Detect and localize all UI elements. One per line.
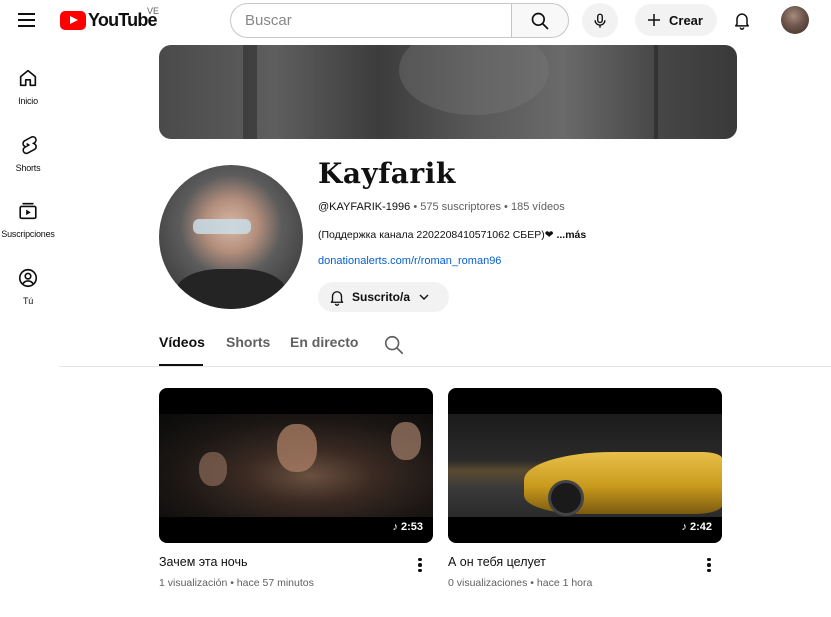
tab-live[interactable]: En directo: [290, 334, 358, 366]
video-card[interactable]: ♪ 2:53 Зачем эта ночь 1 visualización • …: [159, 388, 433, 589]
create-label: Crear: [669, 12, 703, 28]
sidebar-item-shorts[interactable]: Shorts: [0, 127, 56, 183]
music-note-icon: ♪: [681, 521, 687, 533]
tab-videos[interactable]: Vídeos: [159, 334, 205, 366]
search-icon: [531, 12, 549, 29]
home-icon: [16, 66, 40, 90]
sidebar-item-label: Tú: [22, 296, 34, 306]
subscriber-count: 575 suscriptores: [420, 201, 501, 213]
search-icon[interactable]: [383, 334, 405, 356]
sidebar-item-label: Suscripciones: [1, 229, 55, 239]
top-bar: YouTube VE Crear: [0, 0, 831, 40]
channel-name: Kayfarik: [318, 157, 456, 190]
subscribe-label: Suscrito/a: [352, 290, 411, 304]
description-text: (Поддержка канала 2202208410571062 СБЕР)…: [318, 229, 554, 241]
duration-badge: ♪ 2:42: [681, 521, 712, 533]
video-thumbnail[interactable]: ♪ 2:53: [159, 388, 433, 543]
bell-icon: [330, 291, 344, 306]
more-options-icon[interactable]: [413, 555, 427, 575]
sidebar-item-label: Shorts: [15, 163, 41, 173]
plus-icon: [648, 14, 660, 26]
meta-separator: •: [413, 201, 418, 213]
tab-shorts[interactable]: Shorts: [226, 334, 270, 366]
create-button[interactable]: Crear: [635, 4, 717, 36]
channel-external-link[interactable]: donationalerts.com/r/roman_roman96: [318, 255, 501, 267]
hamburger-menu-icon[interactable]: [12, 7, 40, 33]
sidebar-item-subscriptions[interactable]: Suscripciones: [0, 193, 56, 249]
video-meta: 1 visualización • hace 57 minutos: [159, 577, 314, 589]
video-title[interactable]: А он тебя целует: [448, 555, 722, 569]
music-note-icon: ♪: [392, 521, 398, 533]
voice-search-button[interactable]: [582, 3, 618, 38]
tabs-divider: [59, 366, 831, 367]
country-code: VE: [147, 6, 160, 16]
channel-avatar[interactable]: [159, 165, 303, 309]
video-title[interactable]: Зачем эта ночь: [159, 555, 433, 569]
sidebar-item-label: Inicio: [18, 96, 38, 106]
channel-description[interactable]: (Поддержка канала 2202208410571062 СБЕР)…: [318, 229, 586, 241]
video-card[interactable]: ♪ 2:42 А он тебя целует 0 visualizacione…: [448, 388, 722, 589]
more-options-icon[interactable]: [702, 555, 716, 575]
channel-banner: [159, 45, 737, 139]
user-icon: [16, 266, 40, 290]
duration-text: 2:53: [400, 521, 423, 533]
play-logo-icon: [60, 10, 86, 30]
notifications-button[interactable]: [728, 6, 756, 34]
subscriptions-icon: [16, 199, 40, 223]
channel-meta: @KAYFARIK-1996 • 575 suscriptores • 185 …: [318, 201, 565, 213]
bell-icon: [735, 13, 749, 30]
video-meta: 0 visualizaciones • hace 1 hora: [448, 577, 593, 589]
youtube-logo[interactable]: YouTube: [60, 8, 158, 32]
subscribed-button[interactable]: Suscrito/a: [318, 282, 449, 312]
more-link[interactable]: ...más: [556, 229, 586, 241]
duration-text: 2:42: [689, 521, 712, 533]
microphone-icon: [594, 13, 606, 28]
duration-badge: ♪ 2:53: [392, 521, 423, 533]
chevron-down-icon: [419, 294, 429, 300]
sidebar-item-home[interactable]: Inicio: [0, 60, 56, 116]
search-bar: [230, 3, 569, 38]
video-thumbnail[interactable]: ♪ 2:42: [448, 388, 722, 543]
shorts-icon: [16, 133, 40, 157]
search-input[interactable]: [230, 3, 511, 38]
video-count: 185 vídeos: [510, 201, 565, 213]
meta-separator: •: [504, 201, 508, 213]
account-avatar[interactable]: [781, 6, 809, 34]
channel-handle: @KAYFARIK-1996: [318, 201, 411, 213]
sidebar-item-you[interactable]: Tú: [0, 260, 56, 316]
search-button[interactable]: [511, 3, 569, 38]
